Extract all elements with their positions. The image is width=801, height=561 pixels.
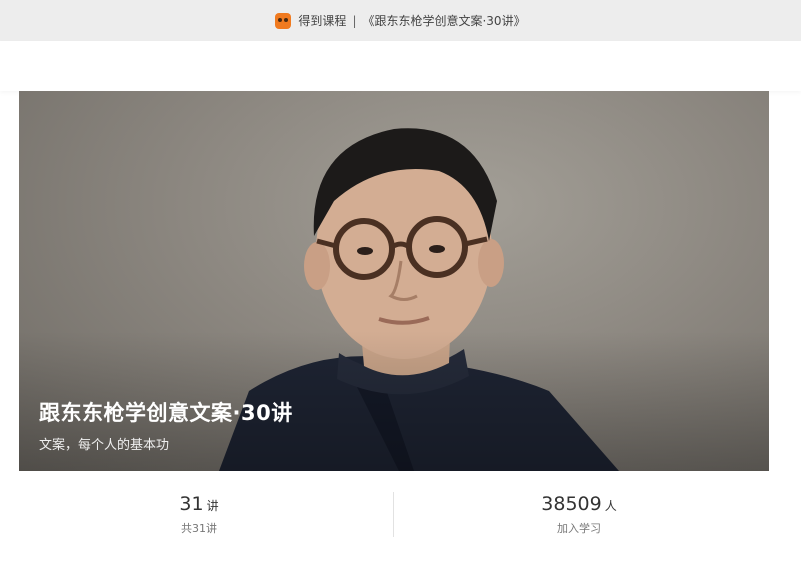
lecture-count-unit: 讲 [206,499,219,513]
learner-count-value: 38509 [541,493,602,515]
dedao-app-icon [275,12,292,29]
course-title: 跟东东枪学创意文案·30讲 [39,401,293,425]
course-stats: 31 讲 共31讲 38509 人 加入学习 [19,491,769,537]
header-strip [0,41,801,91]
course-title-reference: 《跟东东枪学创意文案·30讲》 [362,14,526,28]
learner-count-unit: 人 [604,499,617,513]
stats-divider [393,492,394,537]
app-name: 得到课程 [298,14,347,28]
learner-count-stat: 38509 人 加入学习 [399,491,759,536]
lecture-count-stat: 31 讲 共31讲 [19,491,379,536]
title-separator: | [352,13,357,28]
window-title-bar: 得到课程 | 《跟东东枪学创意文案·30讲》 [0,0,801,41]
lecture-count-value: 31 [179,493,204,515]
course-subtitle: 文案，每个人的基本功 [39,438,170,453]
learner-count-label: 加入学习 [557,522,601,535]
lecture-count-label: 共31讲 [181,522,217,535]
course-cover-banner[interactable]: 跟东东枪学创意文案·30讲 文案，每个人的基本功 [19,91,769,471]
